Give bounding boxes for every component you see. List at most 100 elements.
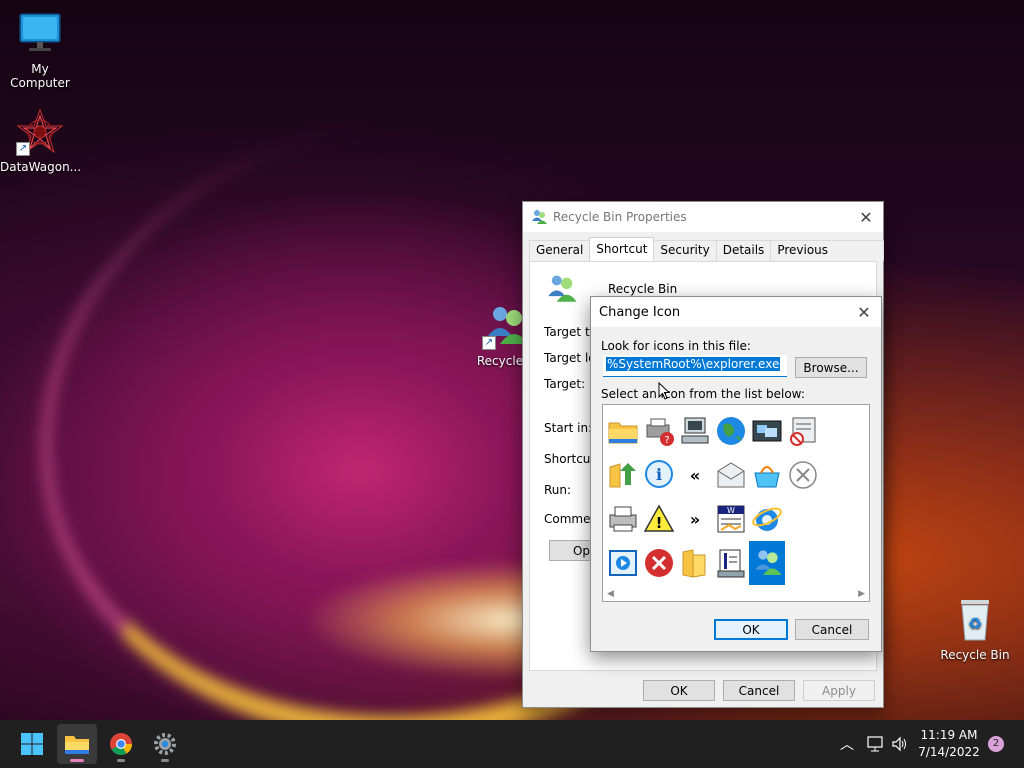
browse-button[interactable]: Browse...	[795, 357, 867, 378]
tab-general[interactable]: General	[529, 240, 591, 261]
cancel-button[interactable]: Cancel	[795, 619, 869, 640]
change-icon-titlebar: Change Icon ✕	[591, 297, 881, 327]
media-player-icon	[609, 550, 637, 576]
icon-option[interactable]	[785, 453, 821, 497]
word-document-icon: W	[717, 505, 745, 533]
users-icon	[548, 275, 577, 302]
icon-option[interactable]	[749, 409, 785, 453]
desktop-icon-label: DataWagon...	[0, 160, 82, 174]
monitor-icon	[16, 10, 64, 58]
info-icon: i	[645, 460, 673, 488]
users-icon	[532, 210, 547, 224]
folder-open-icon	[682, 549, 706, 578]
scroll-left-icon[interactable]: ◀	[607, 589, 614, 599]
icon-option[interactable]: «	[677, 453, 713, 497]
users-icon	[755, 550, 782, 575]
icon-option[interactable]: ?	[641, 409, 677, 453]
label-target: Target:	[544, 377, 586, 391]
svg-text:W: W	[727, 506, 735, 515]
apply-button[interactable]: Apply	[803, 680, 875, 701]
close-circle-icon	[789, 461, 817, 489]
windows-start-icon	[21, 733, 43, 755]
tab-previous-versions[interactable]: Previous Versions	[770, 240, 884, 276]
close-button[interactable]: ✕	[849, 203, 883, 231]
error-icon	[645, 549, 673, 577]
properties-tabs: General Shortcut Security Details Previo…	[529, 237, 884, 276]
globe-icon	[717, 417, 745, 445]
cancel-button[interactable]: Cancel	[723, 680, 795, 701]
active-indicator	[70, 759, 84, 762]
icon-option[interactable]	[713, 541, 749, 585]
svg-text:?: ?	[664, 435, 669, 446]
icon-file-input[interactable]: %SystemRoot%\explorer.exe	[603, 355, 787, 377]
label-start-in: Start in:	[544, 421, 593, 435]
scroll-right-icon[interactable]: ▶	[858, 589, 865, 599]
taskbar-settings[interactable]	[145, 724, 185, 764]
icon-option[interactable]	[677, 409, 713, 453]
taskbar-file-explorer[interactable]	[57, 724, 97, 764]
clock-date[interactable]: 7/14/2022	[918, 745, 980, 759]
change-icon-dialog: Change Icon ✕ Look for icons in this fil…	[590, 296, 882, 652]
icon-option[interactable]	[605, 497, 641, 541]
icon-option[interactable]	[713, 453, 749, 497]
icon-option[interactable]	[605, 541, 641, 585]
start-button[interactable]	[12, 724, 52, 764]
icon-option[interactable]: »	[677, 497, 713, 541]
running-indicator	[117, 759, 125, 762]
server-document-icon	[717, 549, 745, 578]
warning-icon: !	[643, 504, 675, 532]
computer-icon	[681, 417, 709, 444]
internet-explorer-icon	[752, 507, 782, 531]
horizontal-scrollbar[interactable]: ◀ ▶	[603, 587, 869, 601]
file-label: Look for icons in this file:	[601, 339, 751, 353]
properties-titlebar: Recycle Bin Properties ✕	[523, 202, 883, 232]
double-chevron-right-icon: »	[689, 509, 701, 529]
icon-list[interactable]: ? i « ! » W ◀ ▶	[602, 404, 870, 602]
tab-security[interactable]: Security	[653, 240, 717, 261]
network-icon[interactable]	[866, 735, 884, 753]
running-indicator	[161, 759, 169, 762]
close-icon: ✕	[859, 207, 873, 227]
volume-icon[interactable]	[891, 735, 909, 753]
tab-details[interactable]: Details	[715, 240, 772, 261]
close-button[interactable]: ✕	[847, 298, 881, 326]
chevron-up-icon[interactable]: ︿	[840, 734, 854, 754]
tab-shortcut[interactable]: Shortcut	[589, 237, 655, 261]
desktop-icon-datawagon[interactable]: ↗ DataWagon...	[0, 108, 82, 174]
desktop-icon-my-computer[interactable]: My Computer	[0, 10, 80, 90]
network-windows-icon	[752, 420, 782, 442]
printer-icon	[609, 506, 637, 532]
mail-icon	[717, 462, 745, 488]
shortcut-arrow-icon: ↗	[482, 336, 496, 350]
chrome-icon	[110, 733, 132, 755]
icon-option[interactable]	[749, 453, 785, 497]
icon-file-value: %SystemRoot%\explorer.exe	[606, 357, 781, 371]
icon-option-selected[interactable]	[749, 541, 785, 585]
icon-option[interactable]	[641, 541, 677, 585]
icon-option[interactable]	[605, 453, 641, 497]
icon-option[interactable]: !	[641, 497, 677, 541]
icon-list-label: Select an icon from the list below:	[601, 387, 805, 401]
shopping-basket-icon	[754, 466, 780, 488]
icon-option[interactable]: W	[713, 497, 749, 541]
taskbar-chrome[interactable]	[101, 724, 141, 764]
icon-option[interactable]	[713, 409, 749, 453]
svg-text:!: !	[656, 514, 663, 532]
label-run: Run:	[544, 483, 572, 497]
desktop-icon-label: Recycle Bin	[940, 648, 1010, 662]
icon-option[interactable]	[749, 497, 785, 541]
datawagon-logo-icon: ↗	[16, 108, 64, 156]
taskbar: ︿ 11:19 AM 7/14/2022 2	[0, 720, 1024, 768]
notification-badge[interactable]: 2	[988, 736, 1004, 752]
icon-option[interactable]	[605, 409, 641, 453]
icon-option[interactable]: i	[641, 453, 677, 497]
desktop-icon-label: My Computer	[10, 62, 70, 90]
ok-button[interactable]: OK	[643, 680, 715, 701]
mouse-cursor-icon	[658, 382, 670, 400]
file-explorer-icon	[65, 736, 89, 754]
clock-time[interactable]: 11:19 AM	[918, 728, 980, 742]
desktop-icon-recycle-bin[interactable]: ♻ Recycle Bin	[935, 596, 1015, 662]
ok-button[interactable]: OK	[714, 619, 788, 640]
icon-option[interactable]	[785, 409, 821, 453]
icon-option[interactable]	[677, 541, 713, 585]
